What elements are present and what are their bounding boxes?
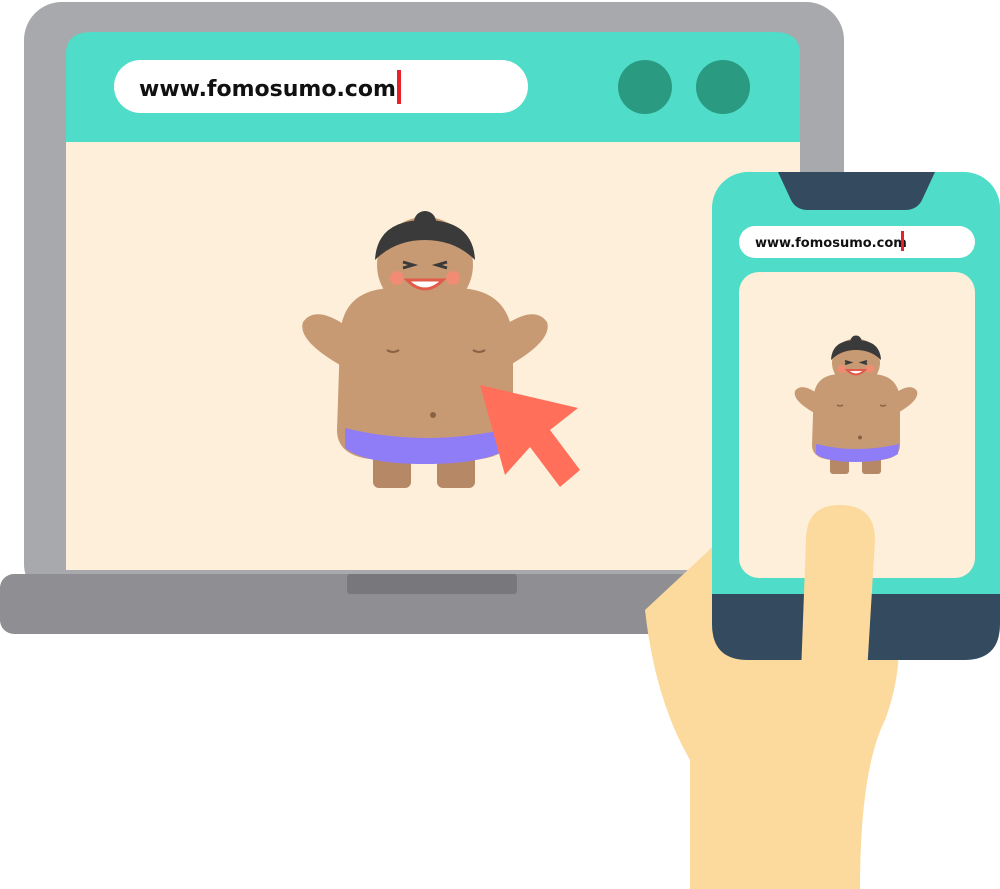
laptop-base-notch xyxy=(347,574,517,594)
window-button-2[interactable] xyxy=(696,60,750,114)
laptop-url-text: www.fomosumo.com xyxy=(139,77,396,102)
phone-url-text: www.fomosumo.com xyxy=(755,236,907,251)
thumb xyxy=(800,505,875,722)
phone-notch xyxy=(778,172,935,210)
illustration: www.fomosumo.com www.fomosumo.com xyxy=(0,2,1000,889)
window-button-1[interactable] xyxy=(618,60,672,114)
phone-text-cursor xyxy=(901,231,904,251)
text-cursor xyxy=(397,70,401,104)
